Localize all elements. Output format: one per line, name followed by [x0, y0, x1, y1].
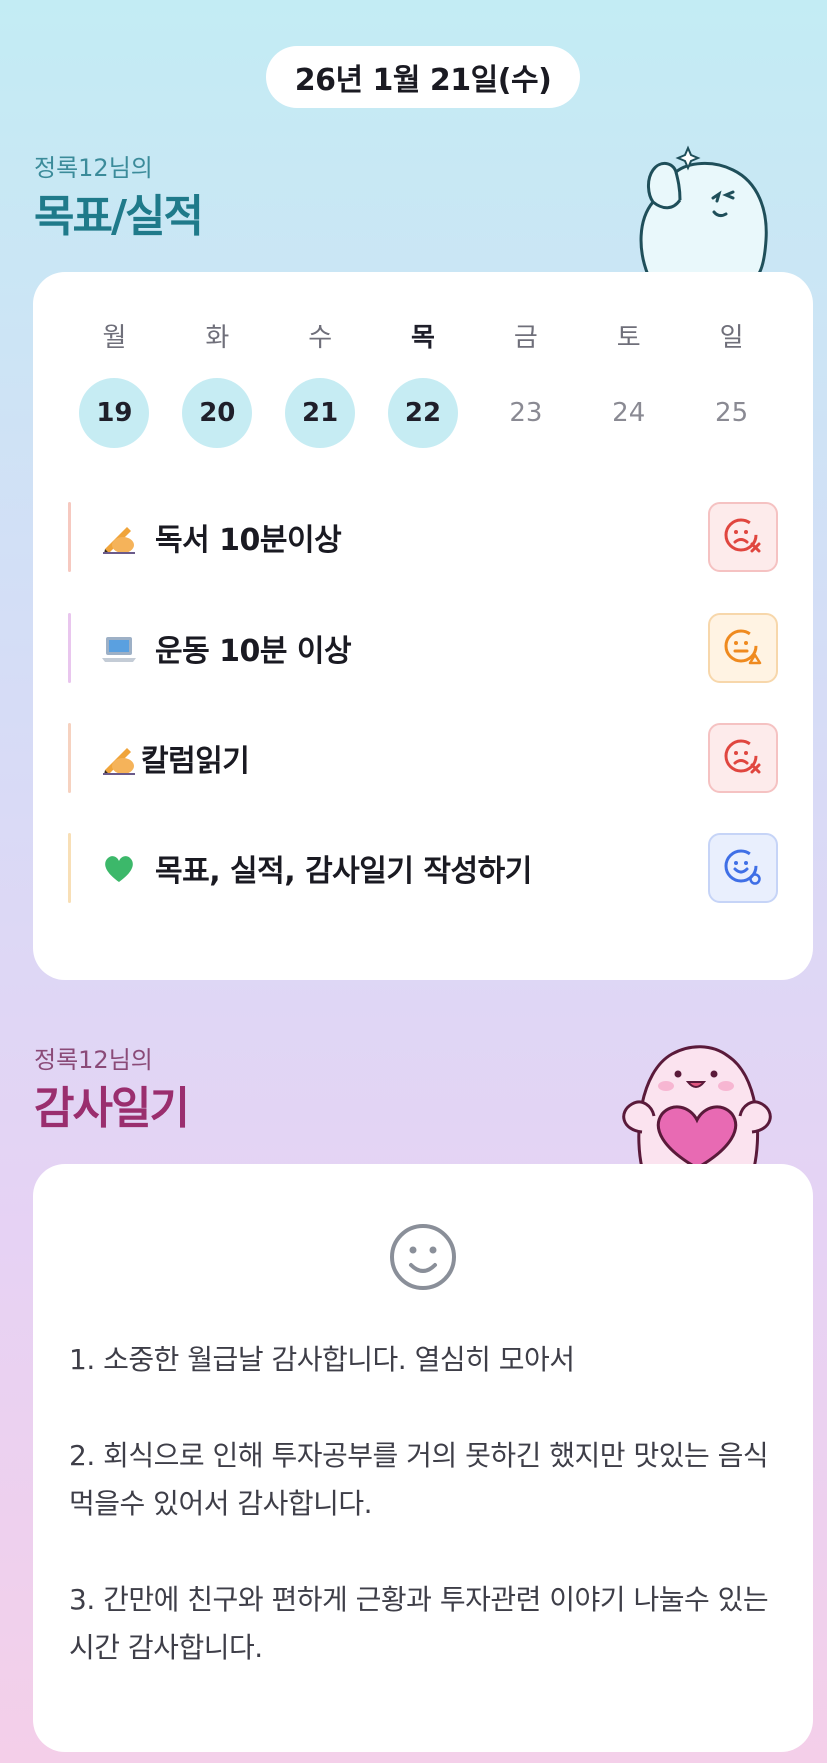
goals-subtitle: 정록12님의: [34, 154, 153, 182]
day-mon[interactable]: 월 19: [63, 320, 166, 448]
gratitude-entry: 1. 소중한 월급날 감사합니다. 열심히 모아서: [69, 1343, 575, 1376]
date-circle[interactable]: 21: [285, 378, 356, 448]
date-circle[interactable]: 24: [594, 378, 664, 448]
goal-item[interactable]: 칼럼읽기: [68, 723, 778, 793]
goal-item[interactable]: 독서 10분이상: [68, 502, 778, 572]
gratitude-entry: 3. 간만에 친구와 편하게 근황과 투자관련 이야기 나눌수 있는 시간 감사…: [69, 1583, 769, 1664]
week-calendar: 월 19 화 20 수 21 목 22 금 23 토 24 일 25: [63, 320, 783, 448]
date-circle[interactable]: 20: [182, 378, 253, 448]
goal-item[interactable]: 목표, 실적, 감사일기 작성하기: [68, 833, 778, 903]
day-fri[interactable]: 금 23: [474, 320, 577, 448]
smiley-face-icon: [390, 1224, 456, 1290]
writing-hand-icon: [99, 517, 139, 557]
sad-face-x-icon: [724, 518, 761, 553]
gratitude-entries: 1. 소중한 월급날 감사합니다. 열심히 모아서 2. 회식으로 인해 투자공…: [69, 1336, 781, 1672]
green-heart-icon: [99, 848, 139, 888]
sad-face-x-icon: [724, 739, 761, 774]
goal-accent-bar: [68, 502, 71, 572]
goals-card: 월 19 화 20 수 21 목 22 금 23 토 24 일 25 독서 10…: [33, 272, 813, 980]
neutral-face-triangle-icon: [724, 629, 762, 665]
weekday-label: 금: [513, 323, 538, 353]
status-o-button[interactable]: [708, 833, 778, 903]
happy-face-o-icon: [724, 849, 761, 885]
date-circle[interactable]: 19: [79, 378, 150, 448]
heart-character-illustration: [622, 1045, 772, 1168]
goals-title: 목표/실적: [34, 191, 204, 242]
goal-label: 목표, 실적, 감사일기 작성하기: [155, 854, 532, 889]
status-x-button[interactable]: [708, 723, 778, 793]
goal-accent-bar: [68, 833, 71, 903]
gratitude-title: 감사일기: [34, 1083, 190, 1134]
weekday-label: 일: [719, 323, 744, 353]
weekday-label: 화: [205, 323, 230, 353]
goal-accent-bar: [68, 723, 71, 793]
day-wed[interactable]: 수 21: [269, 320, 372, 448]
day-sun[interactable]: 일 25: [680, 320, 783, 448]
day-thu[interactable]: 목 22: [372, 320, 475, 448]
status-x-button[interactable]: [708, 502, 778, 572]
goal-label: 칼럼읽기: [141, 744, 250, 779]
writing-hand-icon: [99, 738, 139, 778]
gratitude-entry: 2. 회식으로 인해 투자공부를 거의 못하긴 했지만 맛있는 음식 먹을수 있…: [69, 1439, 769, 1520]
goal-accent-bar: [68, 613, 71, 683]
weekday-label: 수: [308, 323, 333, 353]
laptop-icon: [99, 628, 139, 668]
ghost-character-illustration: [639, 145, 768, 275]
gratitude-card: 1. 소중한 월급날 감사합니다. 열심히 모아서 2. 회식으로 인해 투자공…: [33, 1164, 813, 1752]
date-circle[interactable]: 25: [697, 378, 767, 448]
gratitude-subtitle: 정록12님의: [34, 1046, 153, 1074]
day-sat[interactable]: 토 24: [577, 320, 680, 448]
date-label[interactable]: 26년 1월 21일(수): [266, 46, 580, 108]
date-circle[interactable]: 23: [491, 378, 561, 448]
goal-label: 운동 10분 이상: [155, 634, 352, 669]
date-circle[interactable]: 22: [388, 378, 458, 448]
day-tue[interactable]: 화 20: [166, 320, 269, 448]
goal-label: 독서 10분이상: [155, 523, 342, 558]
goal-item[interactable]: 운동 10분 이상: [68, 613, 778, 683]
weekday-label: 목: [411, 323, 435, 353]
weekday-label: 월: [102, 323, 127, 353]
weekday-label: 토: [616, 323, 641, 353]
status-triangle-button[interactable]: [708, 613, 778, 683]
